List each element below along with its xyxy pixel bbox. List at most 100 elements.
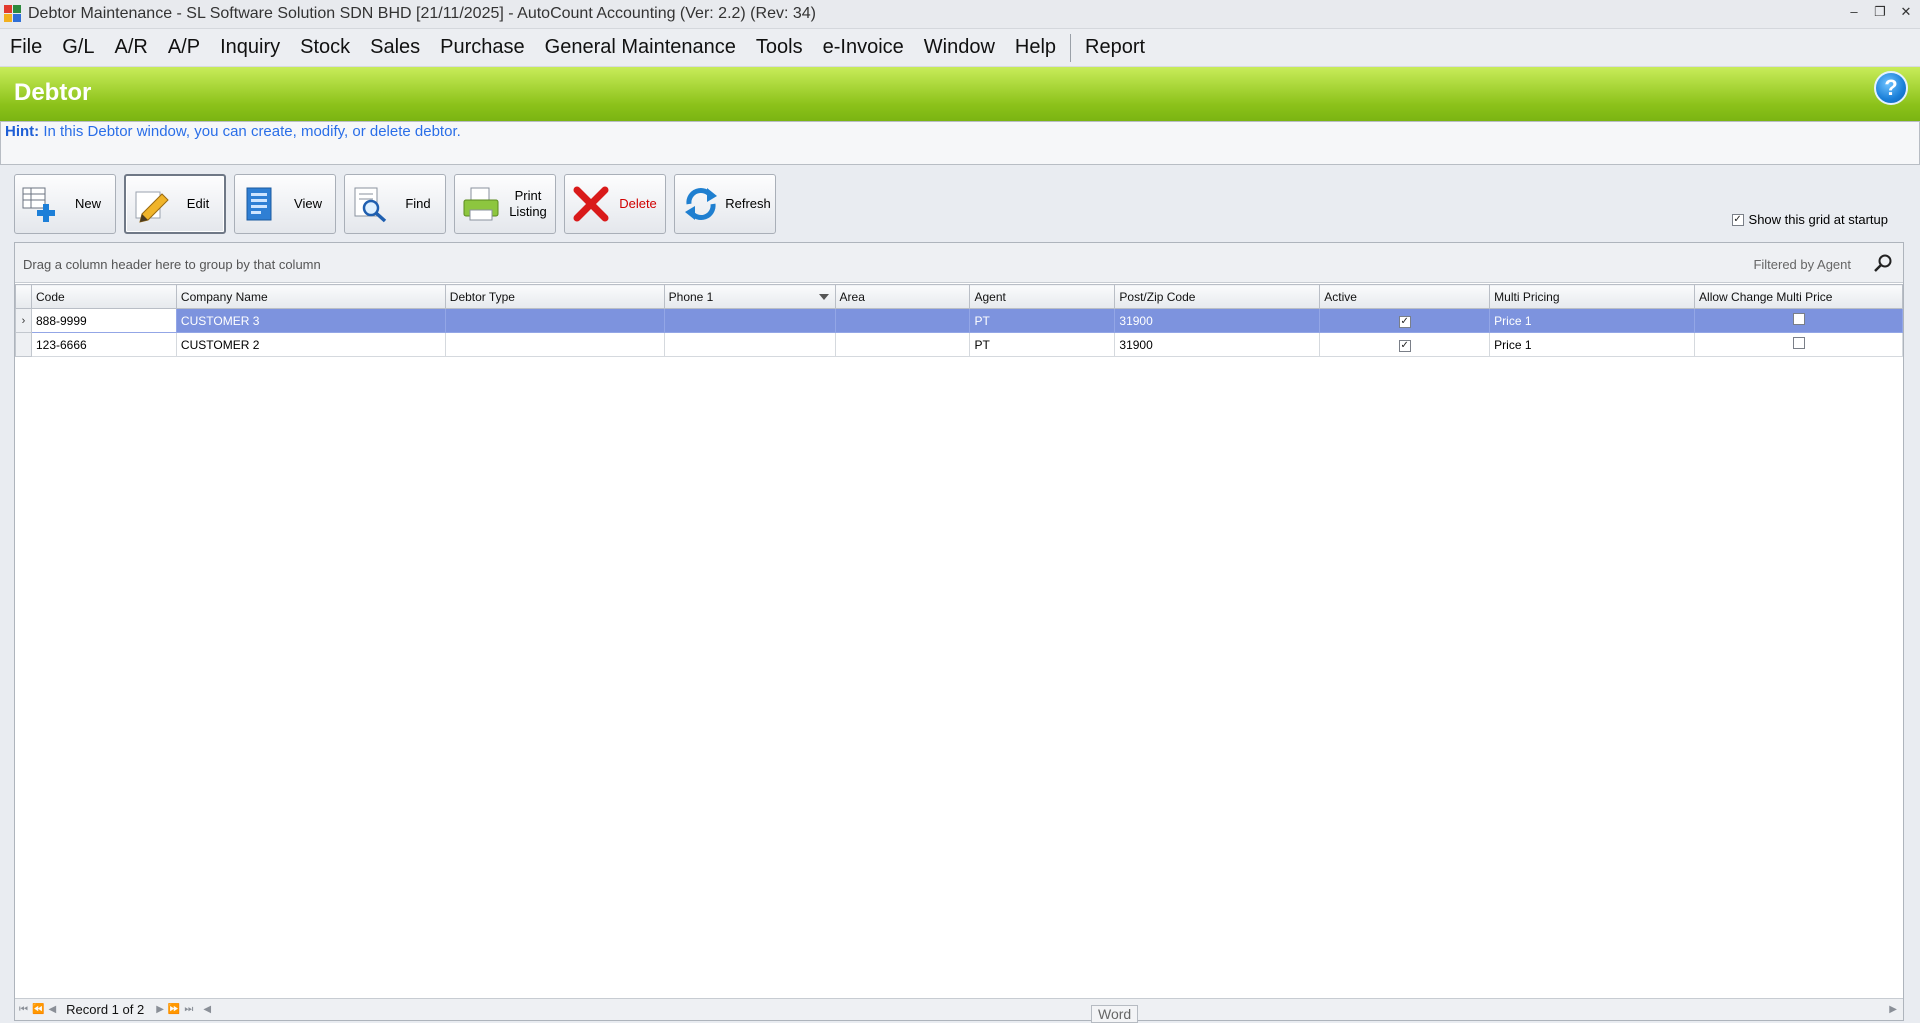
cell-code[interactable]: 888-9999 [30, 308, 177, 333]
allow-change-checkbox[interactable] [1792, 313, 1805, 325]
menu-inquiry[interactable]: Inquiry [210, 36, 290, 59]
cell-active[interactable]: ✓ [1319, 308, 1491, 333]
hint-text: In this Debtor window, you can create, m… [43, 123, 461, 140]
print-listing-button[interactable]: Print Listing [454, 174, 556, 234]
cell-postcode[interactable]: 31900 [1114, 332, 1321, 357]
table-row[interactable]: › 888-9999 CUSTOMER 3 PT 31900 ✓ Price 1 [15, 308, 1903, 333]
refresh-button[interactable]: Refresh [674, 174, 776, 234]
previous-record-icon[interactable]: ◀ [48, 1004, 56, 1015]
active-checkbox[interactable]: ✓ [1398, 316, 1411, 328]
menu-file[interactable]: File [0, 36, 52, 59]
cell-agent[interactable]: PT [969, 308, 1116, 333]
startup-label: Show this grid at startup [1748, 212, 1888, 227]
debtor-table: Code Company Name Debtor Type Phone 1 Ar… [15, 284, 1903, 357]
print-label-line2: Listing [509, 204, 547, 219]
cell-allow-change[interactable] [1694, 332, 1903, 357]
menu-window[interactable]: Window [914, 36, 1005, 59]
menu-ap[interactable]: A/P [158, 36, 210, 59]
column-header-active[interactable]: Active [1319, 284, 1491, 309]
column-header-postcode[interactable]: Post/Zip Code [1114, 284, 1321, 309]
cell-allow-change[interactable] [1694, 308, 1903, 333]
menu-ar[interactable]: A/R [104, 36, 157, 59]
column-header-debtor-type[interactable]: Debtor Type [444, 284, 665, 309]
debtor-grid-panel: Drag a column header here to group by th… [14, 242, 1904, 1021]
column-header-area[interactable]: Area [834, 284, 971, 309]
column-header-agent[interactable]: Agent [969, 284, 1116, 309]
header-row: Code Company Name Debtor Type Phone 1 Ar… [15, 284, 1903, 309]
menu-sales[interactable]: Sales [360, 36, 430, 59]
cell-company-name[interactable]: CUSTOMER 3 [175, 308, 446, 333]
delete-x-icon [571, 184, 611, 224]
menu-e-invoice[interactable]: e-Invoice [813, 36, 914, 59]
first-record-icon[interactable]: ⏮ [19, 1004, 28, 1015]
menu-gl[interactable]: G/L [52, 36, 104, 59]
print-label-line1: Print [514, 188, 542, 203]
view-button[interactable]: View [234, 174, 336, 234]
cell-area[interactable] [834, 332, 971, 357]
show-grid-at-startup[interactable]: ✓ Show this grid at startup [1731, 212, 1888, 227]
cell-multi-pricing[interactable]: Price 1 [1489, 308, 1696, 333]
word-tooltip: Word [1091, 1005, 1139, 1023]
cell-phone-1[interactable] [663, 332, 836, 357]
print-listing-label: Print Listing [501, 188, 555, 220]
close-icon[interactable]: ✕ [1898, 4, 1914, 20]
cell-multi-pricing[interactable]: Price 1 [1489, 332, 1696, 357]
allow-change-checkbox[interactable] [1792, 337, 1805, 349]
window-title: Debtor Maintenance - SL Software Solutio… [28, 5, 816, 22]
cell-agent[interactable]: PT [969, 332, 1116, 357]
phone-header-label: Phone 1 [668, 289, 714, 304]
previous-page-icon[interactable]: ⏪ [32, 1004, 44, 1015]
scroll-left-icon[interactable]: ◀ [203, 1004, 211, 1015]
table-row[interactable]: 123-6666 CUSTOMER 2 PT 31900 ✓ Price 1 [15, 332, 1903, 357]
new-record-icon [21, 184, 61, 224]
find-button[interactable]: Find [344, 174, 446, 234]
cell-debtor-type[interactable] [444, 332, 665, 357]
cell-area[interactable] [834, 308, 971, 333]
search-icon[interactable] [1873, 253, 1893, 273]
new-button[interactable]: New [14, 174, 116, 234]
row-indicator-icon: › [15, 308, 32, 333]
next-page-icon[interactable]: ⏩ [168, 1004, 180, 1015]
cell-company-name[interactable]: CUSTOMER 2 [175, 332, 446, 357]
group-panel[interactable]: Drag a column header here to group by th… [15, 243, 1903, 283]
active-checkbox[interactable]: ✓ [1398, 340, 1411, 352]
menu-report[interactable]: Report [1075, 36, 1155, 59]
delete-label: Delete [619, 196, 657, 211]
cell-code[interactable]: 123-6666 [30, 332, 177, 357]
menu-general-maintenance[interactable]: General Maintenance [535, 36, 746, 59]
cell-phone-1[interactable] [663, 308, 836, 333]
delete-button[interactable]: Delete [564, 174, 666, 234]
find-label: Find [405, 196, 431, 211]
column-header-allow-change-multi-price[interactable]: Allow Change Multi Price [1694, 284, 1903, 309]
view-document-icon [241, 184, 281, 224]
edit-label: Edit [186, 196, 210, 211]
cell-active[interactable]: ✓ [1319, 332, 1491, 357]
menu-purchase[interactable]: Purchase [430, 36, 535, 59]
help-icon[interactable]: ? [1874, 71, 1908, 105]
minimize-icon[interactable]: – [1846, 4, 1862, 20]
column-header-multi-pricing[interactable]: Multi Pricing [1489, 284, 1696, 309]
row-indicator [15, 332, 32, 357]
column-header-code[interactable]: Code [30, 284, 177, 309]
filter-dropdown-icon[interactable] [818, 294, 829, 300]
edit-pencil-icon [132, 184, 172, 224]
cell-debtor-type[interactable] [444, 308, 665, 333]
find-magnifier-icon [351, 184, 391, 224]
startup-checkbox[interactable]: ✓ [1731, 213, 1744, 226]
menu-help[interactable]: Help [1005, 36, 1066, 59]
last-record-icon[interactable]: ⏭ [184, 1004, 193, 1015]
column-header-phone-1[interactable]: Phone 1 [663, 284, 836, 309]
menu-tools[interactable]: Tools [746, 36, 813, 59]
restore-icon[interactable]: ❐ [1872, 4, 1888, 20]
record-navigator: ⏮ ⏪ ◀ Record 1 of 2 ▶ ⏩ ⏭ ◀ ▶ [15, 998, 1903, 1020]
column-header-company-name[interactable]: Company Name [175, 284, 446, 309]
next-record-icon[interactable]: ▶ [156, 1004, 164, 1015]
edit-button[interactable]: Edit [124, 174, 226, 234]
cell-postcode[interactable]: 31900 [1114, 308, 1321, 333]
printer-icon [461, 184, 501, 224]
menu-bar: File G/L A/R A/P Inquiry Stock Sales Pur… [0, 29, 1920, 67]
row-indicator-header [15, 284, 32, 309]
scroll-right-icon[interactable]: ▶ [1889, 1004, 1897, 1015]
record-count: Record 1 of 2 [66, 1002, 145, 1017]
menu-stock[interactable]: Stock [290, 36, 360, 59]
